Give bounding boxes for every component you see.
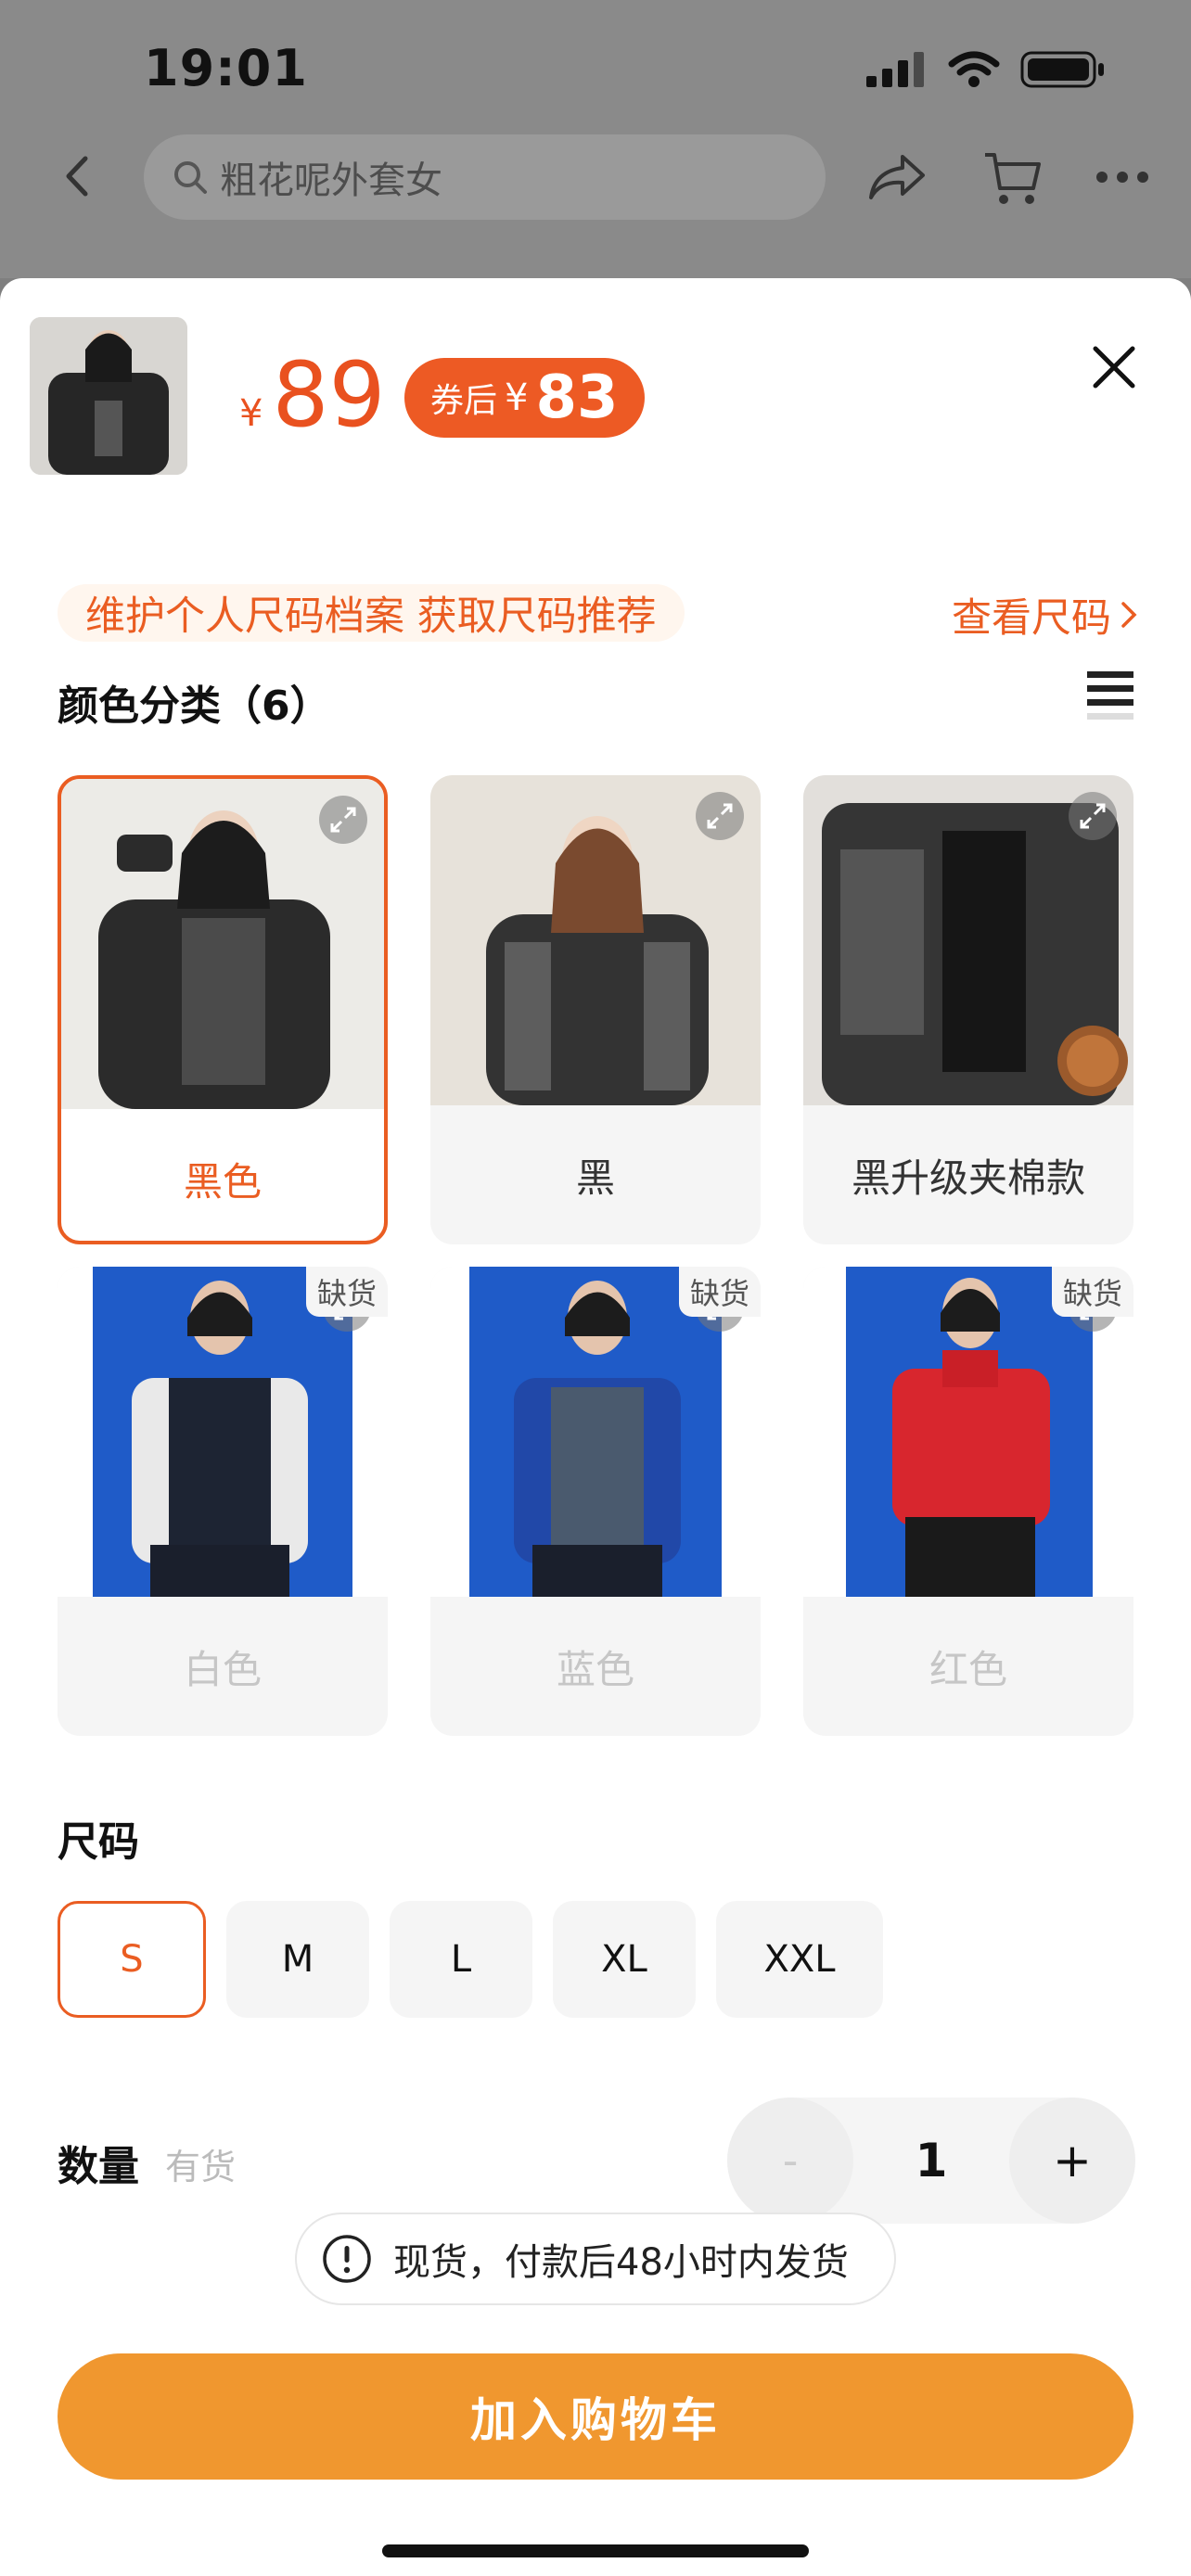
- product-thumbnail[interactable]: [30, 317, 187, 475]
- size-option-l[interactable]: L: [390, 1901, 532, 2018]
- size-chart-link-label: 查看尺码: [952, 595, 1111, 642]
- size-section-title: 尺码: [58, 1818, 139, 1866]
- chevron-right-icon: [1121, 602, 1137, 628]
- expand-icon[interactable]: [1069, 792, 1117, 840]
- color-option-red[interactable]: 缺货 红色: [803, 1267, 1133, 1736]
- back-icon[interactable]: [56, 153, 102, 199]
- price: ¥ 89: [239, 351, 386, 440]
- coupon-label: 券后: [430, 382, 498, 420]
- product-thumbnail-image: [30, 317, 187, 475]
- color-option-white[interactable]: 缺货 白色: [58, 1267, 388, 1736]
- quantity-stepper: - 1 +: [727, 2098, 1135, 2224]
- add-to-cart-button[interactable]: 加入购物车: [58, 2353, 1133, 2480]
- price-value: 89: [272, 343, 386, 447]
- quantity-title: 数量: [58, 2143, 139, 2190]
- close-icon[interactable]: [1090, 343, 1138, 391]
- size-option-s[interactable]: S: [58, 1901, 206, 2018]
- home-indicator[interactable]: [382, 2544, 809, 2557]
- coupon-price: 83: [535, 363, 619, 432]
- search-input[interactable]: 粗花呢外套女: [144, 134, 826, 220]
- out-of-stock-tag: 缺货: [305, 1267, 388, 1317]
- color-option-black-2[interactable]: 黑: [430, 775, 761, 1244]
- shipping-notice: 现货，付款后48小时内发货: [295, 2213, 896, 2305]
- increase-button[interactable]: +: [1009, 2098, 1135, 2224]
- coupon-currency: ¥: [505, 376, 529, 419]
- price-currency: ¥: [239, 392, 263, 435]
- wifi-icon: [948, 51, 1000, 87]
- size-option-m[interactable]: M: [226, 1901, 369, 2018]
- color-option-label: 红色: [928, 1646, 1007, 1692]
- color-option-label: 蓝色: [556, 1646, 634, 1692]
- expand-icon[interactable]: [319, 796, 367, 844]
- status-time: 19:01: [144, 39, 308, 97]
- battery-icon: [1020, 51, 1104, 88]
- color-option-label: 黑升级夹棉款: [851, 1154, 1085, 1201]
- search-placeholder: 粗花呢外套女: [220, 159, 442, 202]
- color-option-blue[interactable]: 缺货 蓝色: [430, 1267, 761, 1736]
- color-section-title: 颜色分类（6）: [58, 682, 331, 730]
- stock-status: 有货: [165, 2147, 237, 2187]
- size-chart-link[interactable]: 查看尺码: [952, 586, 1137, 644]
- signal-icon: [866, 52, 924, 87]
- color-option-label: 黑: [575, 1154, 615, 1201]
- size-option-xl[interactable]: XL: [553, 1901, 696, 2018]
- color-option-label: 白色: [183, 1646, 262, 1692]
- size-option-xxl[interactable]: XXL: [716, 1901, 883, 2018]
- share-icon[interactable]: [867, 151, 927, 203]
- out-of-stock-tag: 缺货: [678, 1267, 761, 1317]
- shipping-notice-text: 现货，付款后48小时内发货: [393, 2241, 849, 2284]
- top-nav: 粗花呢外套女: [0, 134, 1191, 220]
- more-icon[interactable]: [1095, 168, 1150, 186]
- sku-sheet: ¥ 89 券后 ¥ 83 维护个人尺码档案 获取尺码推荐 查看尺码 颜色分类（6…: [0, 278, 1191, 2576]
- search-icon: [174, 161, 207, 194]
- color-option-black[interactable]: 黑色: [58, 775, 388, 1244]
- quantity-value[interactable]: 1: [876, 2098, 987, 2224]
- status-icons: [866, 51, 1106, 88]
- status-bar: 19:01: [0, 0, 1191, 139]
- decrease-button[interactable]: -: [727, 2098, 853, 2224]
- size-options: S M L XL XXL: [58, 1901, 883, 2018]
- color-option-black-padded[interactable]: 黑升级夹棉款: [803, 775, 1133, 1244]
- expand-icon[interactable]: [696, 792, 744, 840]
- cart-icon[interactable]: [981, 147, 1043, 209]
- out-of-stock-tag: 缺货: [1051, 1267, 1133, 1317]
- size-profile-banner[interactable]: 维护个人尺码档案 获取尺码推荐: [58, 584, 685, 642]
- list-view-icon[interactable]: [1087, 668, 1133, 720]
- alert-icon: [323, 2235, 371, 2283]
- coupon-price-badge: 券后 ¥ 83: [404, 358, 645, 438]
- color-option-label: 黑色: [183, 1158, 262, 1205]
